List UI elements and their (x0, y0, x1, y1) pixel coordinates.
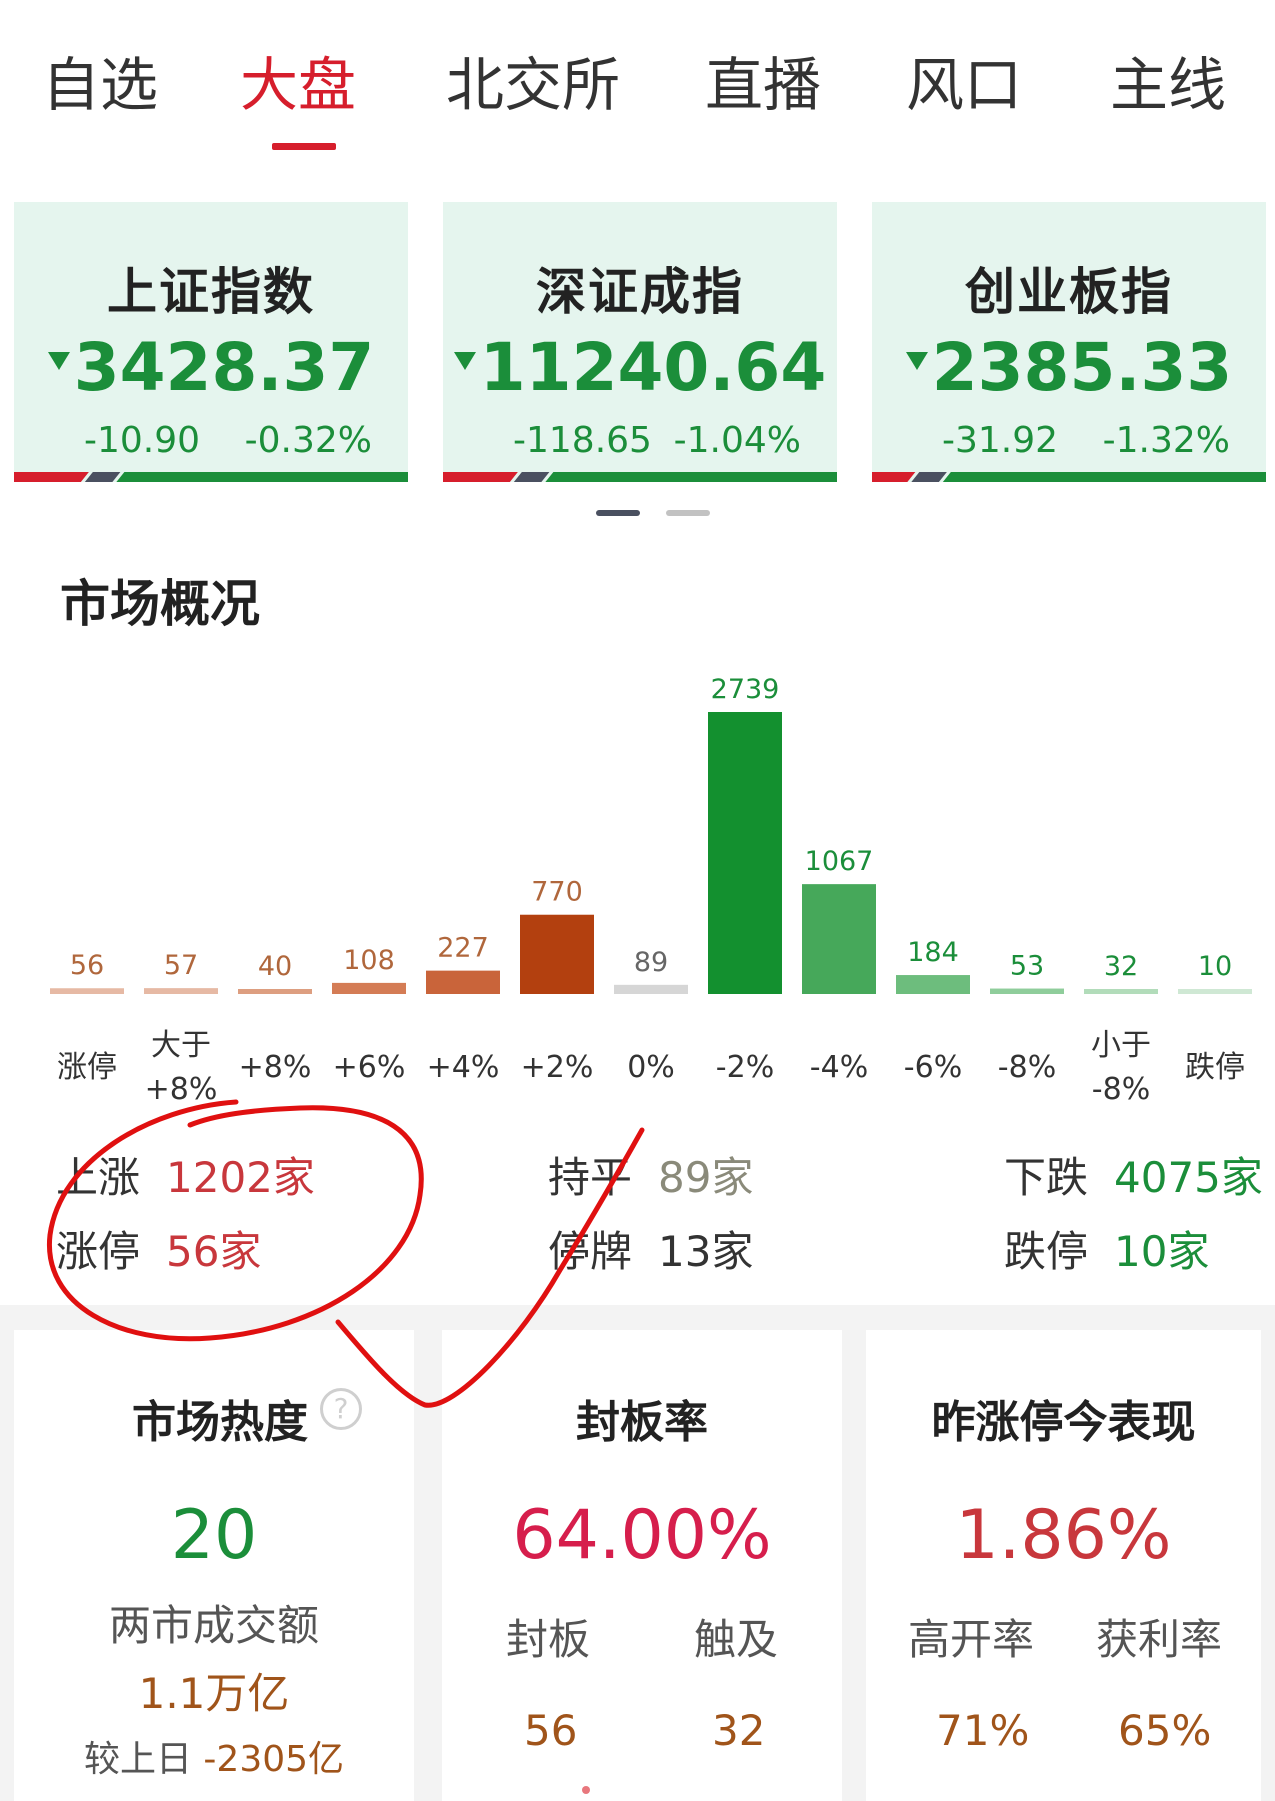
handwritten-annotation (46, 1099, 645, 1408)
annotation-circle (46, 1099, 424, 1342)
